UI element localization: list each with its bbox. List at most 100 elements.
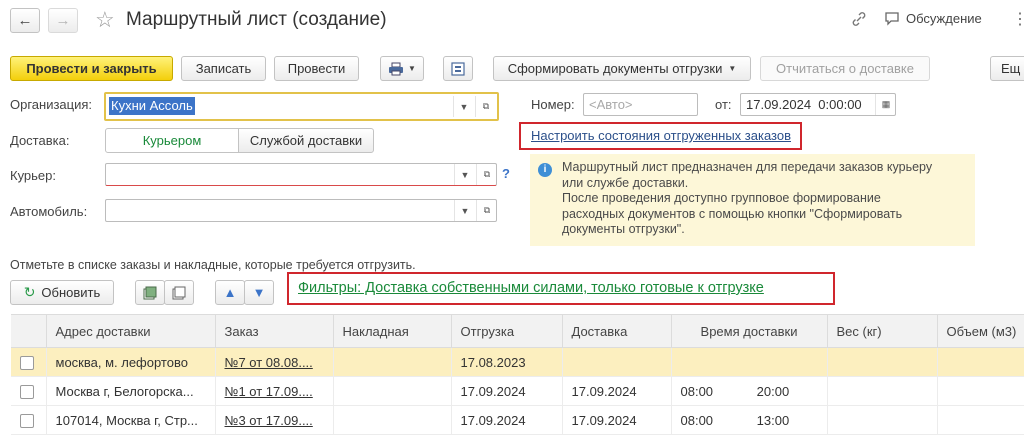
- row-checkbox[interactable]: [20, 355, 34, 370]
- discussion-label: Обсуждение: [906, 11, 982, 26]
- open-link-icon[interactable]: ⧉: [475, 96, 496, 117]
- shipment-cell: 17.09.2024: [451, 405, 563, 435]
- form-shipping-docs-label: Сформировать документы отгрузки: [507, 61, 723, 76]
- open-link-icon[interactable]: ⧉: [476, 200, 497, 221]
- back-button[interactable]: ←: [10, 8, 40, 33]
- row-checkbox-cell[interactable]: [11, 376, 47, 406]
- order-link[interactable]: №1 от 17.09....: [225, 384, 313, 399]
- arrow-up-icon: ▲: [223, 285, 237, 300]
- time-to: 20:00: [756, 383, 790, 399]
- delivery-cell: 17.09.2024: [562, 376, 672, 406]
- dropdown-arrow-icon[interactable]: ▼: [454, 164, 475, 185]
- orders-table: Адрес доставки Заказ Накладная Отгрузка …: [11, 314, 1024, 435]
- car-field[interactable]: ▼ ⧉: [105, 199, 497, 222]
- move-down-button[interactable]: ▼: [244, 280, 274, 305]
- list-hint: Отметьте в списке заказы и накладные, ко…: [10, 258, 416, 272]
- refresh-button[interactable]: ↻ Обновить: [10, 280, 114, 305]
- info-panel: i Маршрутный лист предназначен для перед…: [530, 154, 975, 246]
- row-checkbox-cell[interactable]: [11, 347, 47, 377]
- info-line-2: или службе доставки.: [562, 175, 689, 190]
- structure-button[interactable]: [443, 56, 473, 81]
- form-shipping-docs-button[interactable]: Сформировать документы отгрузки ▼: [493, 56, 751, 81]
- number-placeholder: <Авто>: [589, 97, 633, 112]
- shipment-cell: 17.09.2024: [451, 376, 563, 406]
- header-address[interactable]: Адрес доставки: [46, 314, 216, 348]
- order-link[interactable]: №3 от 17.09....: [225, 413, 313, 428]
- dropdown-arrow-icon: ▼: [728, 64, 737, 73]
- order-cell[interactable]: №7 от 08.08....: [215, 347, 334, 377]
- header-order[interactable]: Заказ: [215, 314, 334, 348]
- check-all-icon: [143, 286, 157, 299]
- open-link-icon[interactable]: ⧉: [476, 164, 497, 185]
- organization-value: Кухни Ассоль: [109, 97, 195, 115]
- info-line-4: расходных документов с помощью кнопки "С…: [562, 206, 903, 221]
- dropdown-arrow-icon[interactable]: ▼: [454, 200, 475, 221]
- delivery-service-toggle[interactable]: Службой доставки: [238, 128, 374, 153]
- print-button[interactable]: ▼: [380, 56, 424, 81]
- volume-cell: [937, 376, 1024, 406]
- delivery-courier-toggle[interactable]: Курьером: [105, 128, 239, 153]
- check-all-button[interactable]: [135, 280, 165, 305]
- uncheck-all-button[interactable]: [164, 280, 194, 305]
- table-row[interactable]: 107014, Москва г, Стр... №3 от 17.09....…: [11, 405, 1024, 435]
- discussion-button[interactable]: Обсуждение: [884, 11, 982, 26]
- invoice-cell: [333, 376, 452, 406]
- delivery-time-cell: 08:00 13:00: [671, 405, 828, 435]
- report-delivery-button[interactable]: Отчитаться о доставке: [760, 56, 930, 81]
- car-label: Автомобиль:: [10, 204, 88, 219]
- number-label: Номер:: [531, 97, 575, 112]
- header-weight[interactable]: Вес (кг): [827, 314, 938, 348]
- dropdown-arrow-icon: ▼: [408, 64, 416, 73]
- row-checkbox[interactable]: [20, 413, 34, 428]
- delivery-time-cell: [671, 347, 828, 377]
- row-checkbox-cell[interactable]: [11, 405, 47, 435]
- number-field[interactable]: <Авто>: [583, 93, 698, 116]
- dropdown-arrow-icon[interactable]: ▼: [453, 96, 474, 117]
- date-label: от:: [715, 97, 732, 112]
- post-and-close-button[interactable]: Провести и закрыть: [10, 56, 173, 81]
- favorite-star-icon[interactable]: ☆: [95, 7, 115, 33]
- table-row[interactable]: москва, м. лефортово №7 от 08.08.... 17.…: [11, 347, 1024, 377]
- move-up-button[interactable]: ▲: [215, 280, 245, 305]
- save-button[interactable]: Записать: [181, 56, 266, 81]
- printer-icon: [389, 62, 404, 75]
- arrow-left-icon: ←: [17, 12, 33, 29]
- header-delivery-time[interactable]: Время доставки: [671, 314, 828, 348]
- more-menu-icon[interactable]: ⋮: [1012, 9, 1024, 29]
- address-cell: Москва г, Белогорска...: [46, 376, 216, 406]
- order-cell[interactable]: №3 от 17.09....: [215, 405, 334, 435]
- header-volume[interactable]: Объем (м3): [937, 314, 1024, 348]
- organization-field[interactable]: Кухни Ассоль ▼ ⧉: [104, 92, 499, 121]
- table-row[interactable]: Москва г, Белогорска... №1 от 17.09.... …: [11, 376, 1024, 406]
- header-invoice[interactable]: Накладная: [333, 314, 452, 348]
- delivery-cell: [562, 347, 672, 377]
- address-cell: москва, м. лефортово: [46, 347, 216, 377]
- time-to: 13:00: [756, 412, 790, 428]
- forward-button[interactable]: →: [48, 8, 78, 33]
- more-actions-button[interactable]: Ещ: [990, 56, 1024, 81]
- filters-link[interactable]: Фильтры: Доставка собственными силами, т…: [298, 280, 764, 296]
- help-icon[interactable]: ?: [502, 166, 510, 181]
- courier-label: Курьер:: [10, 168, 57, 183]
- table-header-row: Адрес доставки Заказ Накладная Отгрузка …: [11, 314, 1024, 348]
- info-line-3: После проведения доступно групповое форм…: [562, 191, 881, 205]
- organization-label: Организация:: [10, 97, 93, 112]
- setup-shipped-orders-link[interactable]: Настроить состояния отгруженных заказов: [531, 128, 791, 143]
- courier-field[interactable]: ▼ ⧉: [105, 163, 497, 186]
- weight-cell: [827, 405, 938, 435]
- calendar-icon[interactable]: ▦: [875, 94, 896, 115]
- row-checkbox[interactable]: [20, 384, 34, 399]
- link-icon[interactable]: [850, 10, 868, 31]
- delivery-time-cell: 08:00 20:00: [671, 376, 828, 406]
- order-link[interactable]: №7 от 08.08....: [225, 355, 313, 370]
- order-cell[interactable]: №1 от 17.09....: [215, 376, 334, 406]
- date-field[interactable]: 17.09.2024 0:00:00 ▦: [740, 93, 896, 116]
- header-shipment[interactable]: Отгрузка: [451, 314, 563, 348]
- invoice-cell: [333, 347, 452, 377]
- info-line-5: документы отгрузки".: [562, 222, 685, 236]
- volume-cell: [937, 405, 1024, 435]
- arrow-down-icon: ▼: [252, 285, 266, 300]
- post-button[interactable]: Провести: [274, 56, 359, 81]
- header-delivery[interactable]: Доставка: [562, 314, 672, 348]
- refresh-icon: ↻: [23, 284, 36, 300]
